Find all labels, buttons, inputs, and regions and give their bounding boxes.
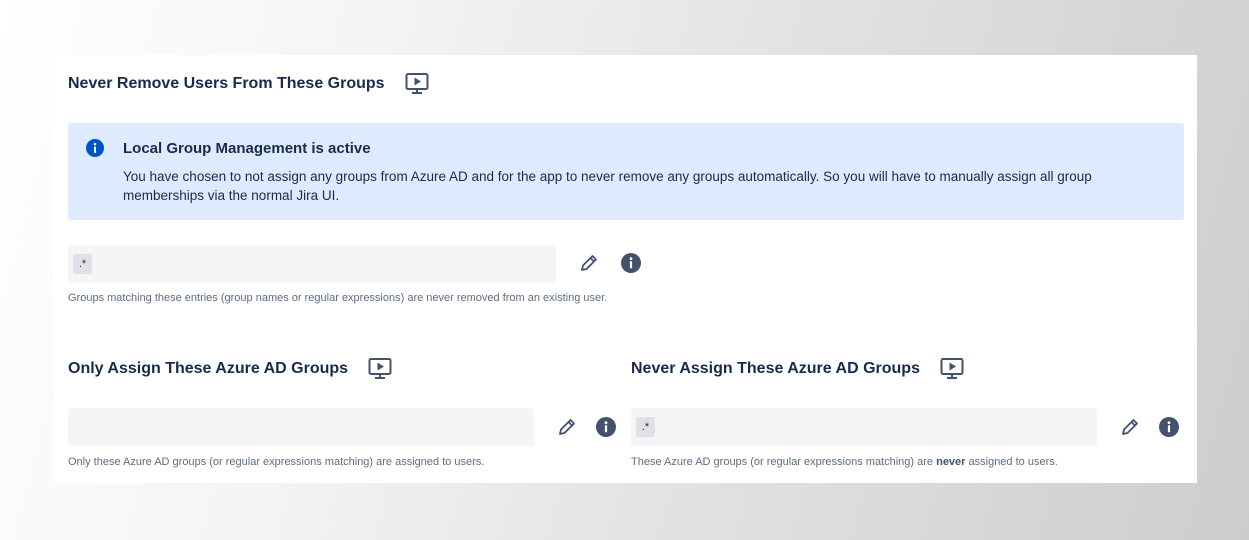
never-remove-help-text: Groups matching these entries (group nam… [68,292,608,304]
never-remove-groups-field[interactable]: .* [68,245,556,283]
never-assign-help-text: These Azure AD groups (or regular expres… [631,456,1058,468]
banner-title: Local Group Management is active [123,140,371,157]
never-assign-heading-text: Never Assign These Azure AD Groups [631,360,920,377]
info-icon [86,139,104,157]
never-assign-help-emphasis: never [936,456,966,468]
pencil-icon[interactable] [578,252,600,274]
pencil-icon[interactable] [1119,416,1141,438]
info-banner: Local Group Management is active You hav… [68,123,1184,220]
never-remove-section-heading: Never Remove Users From These Groups [68,72,429,96]
never-assign-section-heading: Never Assign These Azure AD Groups [631,357,964,381]
never-remove-heading-text: Never Remove Users From These Groups [68,75,385,92]
settings-panel: Never Remove Users From These Groups Loc… [53,55,1197,483]
only-assign-help-text: Only these Azure AD groups (or regular e… [68,456,485,468]
only-assign-heading-text: Only Assign These Azure AD Groups [68,360,349,377]
never-assign-groups-field[interactable]: .* [631,408,1097,446]
info-icon[interactable] [595,416,617,438]
pencil-icon[interactable] [556,416,578,438]
info-icon[interactable] [1158,416,1180,438]
only-assign-groups-field[interactable] [68,408,534,446]
banner-message: You have chosen to not assign any groups… [123,169,1092,203]
group-pattern-tag: .* [73,254,92,274]
never-assign-help-prefix: These Azure AD groups (or regular expres… [631,456,937,468]
video-play-icon[interactable] [405,72,429,96]
info-icon[interactable] [620,252,642,274]
video-play-icon[interactable] [940,357,964,381]
never-assign-help-suffix: assigned to users. [965,456,1058,468]
only-assign-section-heading: Only Assign These Azure AD Groups [68,357,392,381]
group-pattern-tag: .* [636,417,655,437]
video-play-icon[interactable] [368,357,392,381]
